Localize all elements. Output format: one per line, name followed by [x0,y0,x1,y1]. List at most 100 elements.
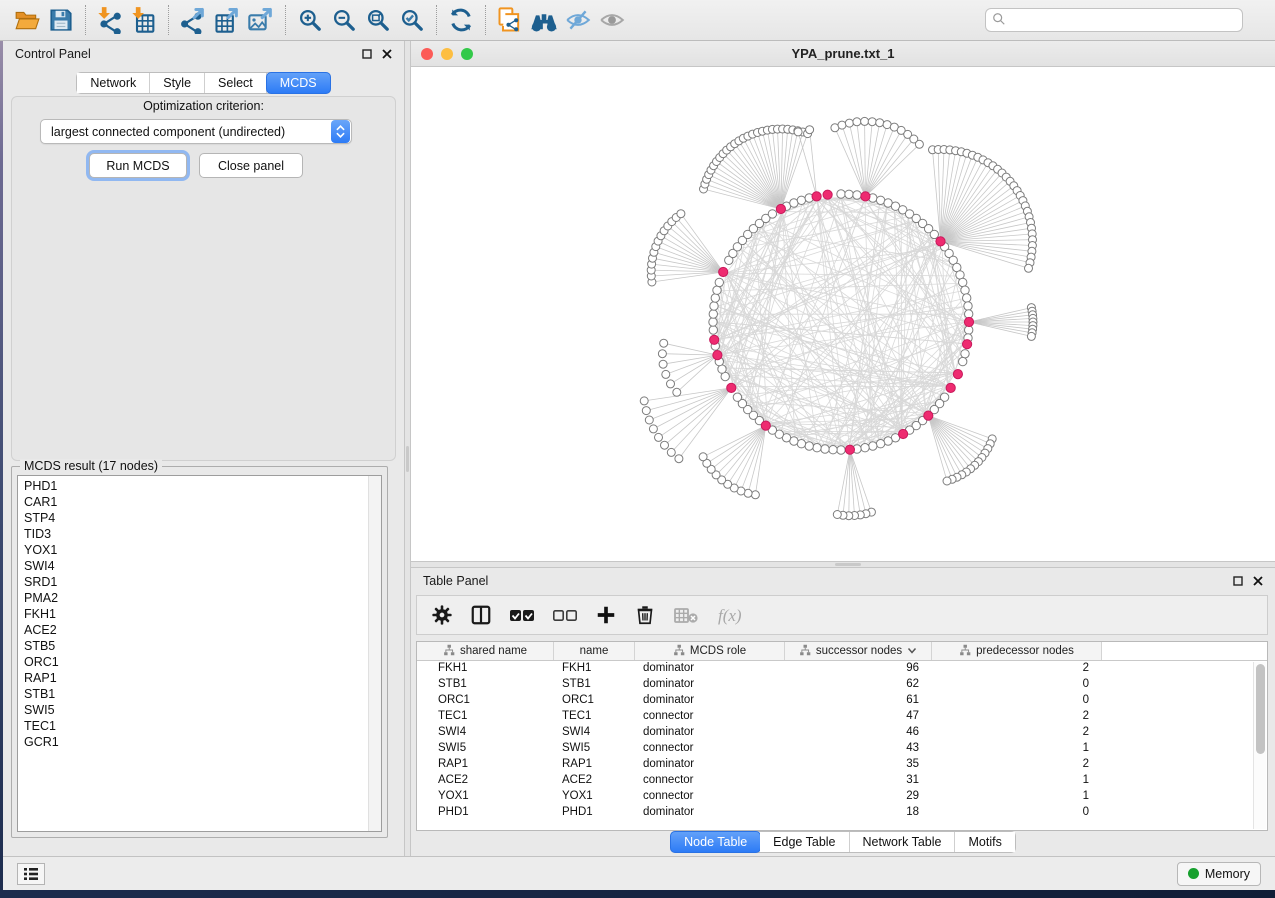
table-row[interactable]: PHD1PHD1dominator180 [417,805,1267,821]
network-canvas[interactable] [411,67,1275,561]
table-cell[interactable]: 31 [785,773,932,789]
close-panel-icon[interactable] [381,49,392,60]
table-cell[interactable]: 1 [932,789,1102,805]
export-network-icon[interactable] [176,5,210,35]
memory-button[interactable]: Memory [1177,862,1261,886]
float-panel-icon[interactable] [1232,576,1243,587]
table-cell[interactable]: 43 [785,741,932,757]
table-cell[interactable]: SWI5 [554,741,635,757]
table-cell[interactable]: dominator [635,757,785,773]
tab-network[interactable]: Network [77,73,150,93]
horizontal-splitter-grip[interactable] [835,563,861,566]
mcds-result-item[interactable]: TID3 [24,526,381,542]
table-cell[interactable]: connector [635,741,785,757]
zoom-selected-icon[interactable] [395,5,429,35]
run-mcds-button[interactable]: Run MCDS [89,153,187,178]
mcds-result-item[interactable]: TEC1 [24,718,381,734]
table-cell[interactable]: 0 [932,693,1102,709]
table-cell[interactable]: ACE2 [554,773,635,789]
table-cell[interactable]: ORC1 [554,693,635,709]
table-cell[interactable]: 62 [785,677,932,693]
search-box[interactable] [985,8,1243,32]
table-cell[interactable]: ACE2 [417,773,554,789]
mcds-result-item[interactable]: STB5 [24,638,381,654]
mcds-result-item[interactable]: SRD1 [24,574,381,590]
table-settings-gear-icon[interactable] [431,602,453,628]
table-cell[interactable]: 47 [785,709,932,725]
mcds-result-item[interactable]: YOX1 [24,542,381,558]
table-cell[interactable]: dominator [635,661,785,677]
table-row[interactable]: SWI5SWI5connector431 [417,741,1267,757]
mcds-result-item[interactable]: RAP1 [24,670,381,686]
table-cell[interactable]: 46 [785,725,932,741]
table-cell[interactable]: connector [635,789,785,805]
table-row[interactable]: RAP1RAP1dominator352 [417,757,1267,773]
table-cell[interactable]: STB1 [554,677,635,693]
table-cell[interactable]: dominator [635,693,785,709]
table-cell[interactable]: PHD1 [417,805,554,821]
table-cell[interactable]: RAP1 [417,757,554,773]
close-panel-icon[interactable] [1252,576,1263,587]
select-all-checkboxes-icon[interactable] [509,602,535,628]
clear-all-checkboxes-icon[interactable] [552,602,578,628]
table-cell[interactable]: RAP1 [554,757,635,773]
table-cell[interactable]: connector [635,709,785,725]
mcds-result-item[interactable]: GCR1 [24,734,381,750]
hide-graphics-details-icon[interactable] [561,5,595,35]
mcds-result-item[interactable]: STP4 [24,510,381,526]
table-row[interactable]: TEC1TEC1connector472 [417,709,1267,725]
table-cell[interactable]: 2 [932,661,1102,677]
tab-mcds[interactable]: MCDS [266,72,331,94]
table-row[interactable]: ORC1ORC1dominator610 [417,693,1267,709]
mcds-list-scrollbar[interactable] [368,476,381,831]
mcds-result-item[interactable]: STB1 [24,686,381,702]
table-cell[interactable]: FKH1 [417,661,554,677]
table-cell[interactable]: FKH1 [554,661,635,677]
column-header-predecessor-nodes[interactable]: predecessor nodes [932,642,1102,660]
table-row[interactable]: SWI4SWI4dominator462 [417,725,1267,741]
table-cell[interactable]: connector [635,773,785,789]
panel-selector-button[interactable] [17,863,45,885]
table-cell[interactable]: STB1 [417,677,554,693]
table-cell[interactable]: 0 [932,677,1102,693]
open-file-icon[interactable] [10,5,44,35]
export-table-icon[interactable] [210,5,244,35]
table-row[interactable]: YOX1YOX1connector291 [417,789,1267,805]
table-cell[interactable]: 1 [932,773,1102,789]
table-cell[interactable]: ORC1 [417,693,554,709]
table-cell[interactable]: dominator [635,725,785,741]
table-cell[interactable]: TEC1 [417,709,554,725]
table-cell[interactable]: 61 [785,693,932,709]
zoom-fit-icon[interactable] [361,5,395,35]
save-session-icon[interactable] [44,5,78,35]
tab-select[interactable]: Select [205,73,267,93]
tab-style[interactable]: Style [150,73,205,93]
table-scrollbar-thumb[interactable] [1256,664,1265,754]
table-cell[interactable]: TEC1 [554,709,635,725]
mcds-result-listbox[interactable]: PHD1CAR1STP4TID3YOX1SWI4SRD1PMA2FKH1ACE2… [17,475,382,832]
table-cell[interactable]: 0 [932,805,1102,821]
zoom-out-icon[interactable] [327,5,361,35]
table-cell[interactable]: SWI5 [417,741,554,757]
find-neighbors-icon[interactable] [527,5,561,35]
mcds-result-item[interactable]: FKH1 [24,606,381,622]
table-cell[interactable]: 96 [785,661,932,677]
vertical-splitter-grip[interactable] [406,446,409,472]
mcds-result-item[interactable]: PMA2 [24,590,381,606]
vertical-splitter[interactable] [404,41,411,856]
table-cell[interactable]: 29 [785,789,932,805]
table-cell[interactable]: 1 [932,741,1102,757]
column-header-successor-nodes[interactable]: successor nodes [785,642,932,660]
table-scrollbar[interactable] [1253,662,1266,829]
mcds-result-item[interactable]: PHD1 [24,478,381,494]
table-cell[interactable]: 2 [932,709,1102,725]
table-cell[interactable]: dominator [635,805,785,821]
column-layout-icon[interactable] [470,602,492,628]
column-header-name[interactable]: name [554,642,635,660]
table-cell[interactable]: PHD1 [554,805,635,821]
table-cell[interactable]: 2 [932,757,1102,773]
tab-node-table[interactable]: Node Table [670,831,761,853]
close-panel-button[interactable]: Close panel [199,153,303,178]
network-node[interactable] [640,117,1037,519]
copy-network-icon[interactable] [493,5,527,35]
